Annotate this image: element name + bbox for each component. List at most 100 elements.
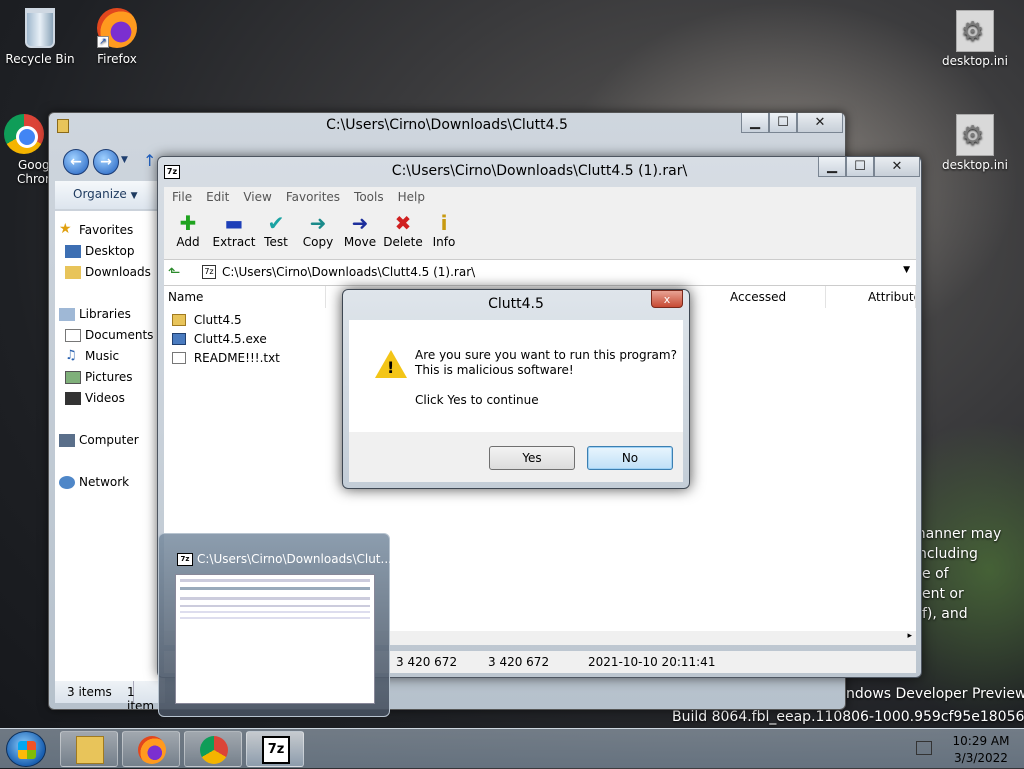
column-header-accessed[interactable]: Accessed <box>726 286 826 308</box>
clock-date[interactable]: 3/3/2022 <box>946 751 1016 765</box>
info-button[interactable]: i Info <box>422 211 466 249</box>
copy-button[interactable]: ➜ Copy <box>296 211 340 249</box>
check-icon: ✔ <box>267 211 285 235</box>
taskbar-7zip[interactable]: 7z <box>246 731 304 767</box>
status-modified: 2021-10-10 20:11:41 <box>588 655 716 669</box>
taskbar-chrome[interactable] <box>184 731 242 767</box>
desktop-icon-label: Recycle Bin <box>5 52 75 66</box>
test-button[interactable]: ✔ Test <box>254 211 298 249</box>
close-button[interactable]: x <box>651 290 683 308</box>
clock-time[interactable]: 10:29 AM <box>946 734 1016 748</box>
organize-label: Organize <box>73 187 127 201</box>
watermark-build: Build 8064.fbl_eeap.110806-1000.959cf95e… <box>672 709 1024 725</box>
yes-button[interactable]: Yes <box>489 446 575 470</box>
scroll-right-icon[interactable]: ▸ <box>907 631 912 641</box>
nav-label: Pictures <box>85 370 133 384</box>
desktop-icon-desktop-ini-2[interactable]: desktop.ini <box>935 114 1015 172</box>
firefox-icon: ↗ <box>97 8 137 48</box>
nav-item-libraries[interactable]: Libraries <box>59 307 131 321</box>
menu-tools[interactable]: Tools <box>354 190 384 204</box>
computer-icon <box>59 434 75 447</box>
taskbar-thumbnail[interactable]: 7z C:\Users\Cirno\Downloads\Clut... <box>158 533 392 717</box>
pictures-icon <box>65 371 81 384</box>
plus-icon: ✚ <box>179 211 197 235</box>
desktop-icon-desktop-ini[interactable]: desktop.ini <box>935 10 1015 68</box>
column-header-name[interactable]: Name <box>164 286 326 308</box>
nav-label: Libraries <box>79 307 131 321</box>
nav-label: Network <box>79 475 130 489</box>
nav-item-music[interactable]: ♫ Music <box>65 348 120 363</box>
menu-view[interactable]: View <box>243 190 271 204</box>
copy-arrow-icon: ➜ <box>309 211 327 235</box>
up-folder-icon[interactable]: ⬑ <box>168 263 188 281</box>
nav-item-pictures[interactable]: Pictures <box>65 370 133 384</box>
forward-arrow-icon[interactable]: → <box>93 149 119 175</box>
menu-favorites[interactable]: Favorites <box>286 190 340 204</box>
menu-file[interactable]: File <box>172 190 192 204</box>
window-controls: ▁ ☐ ✕ <box>818 157 920 177</box>
close-button[interactable]: ✕ <box>797 113 843 133</box>
close-button[interactable]: ✕ <box>874 157 920 177</box>
nav-label: Music <box>85 349 120 363</box>
wallpaper-text: ent or <box>922 586 964 602</box>
nav-item-downloads[interactable]: Downloads <box>65 265 151 279</box>
maximize-button[interactable]: ☐ <box>846 157 874 177</box>
status-packed-size: 3 420 672 <box>488 655 550 669</box>
settings-file-icon <box>955 10 995 52</box>
nav-item-favorites[interactable]: ★ Favorites <box>59 221 133 237</box>
system-tray: 10:29 AM 3/3/2022 <box>910 729 1024 769</box>
watermark-text: ndows Developer Preview <box>846 686 1024 702</box>
settings-file-icon <box>955 114 995 156</box>
minimize-button[interactable]: ▁ <box>818 157 846 177</box>
add-button[interactable]: ✚ Add <box>166 211 210 249</box>
network-status-icon[interactable] <box>916 741 932 755</box>
archive-icon: 7z <box>202 265 216 279</box>
minimize-button[interactable]: ▁ <box>741 113 769 133</box>
exe-icon <box>172 333 186 345</box>
status-size: 3 420 672 <box>396 655 458 669</box>
nav-item-network[interactable]: Network <box>59 475 130 489</box>
toolbar-label: Info <box>432 235 456 249</box>
desktop-icon-label: Goog <box>18 158 48 172</box>
dialog-footer: Yes No <box>349 432 683 482</box>
list-item[interactable]: Clutt4.5 <box>172 313 242 327</box>
confirm-dialog[interactable]: Clutt4.5 x ! Are you sure you want to ru… <box>342 289 690 489</box>
nav-item-documents[interactable]: Documents <box>65 328 153 342</box>
delete-button[interactable]: ✖ Delete <box>378 211 428 249</box>
chevron-down-icon[interactable]: ▼ <box>903 265 910 275</box>
desktop-icon-firefox[interactable]: ↗ Firefox <box>77 8 157 66</box>
nav-item-videos[interactable]: Videos <box>65 391 125 405</box>
list-item[interactable]: Clutt4.5.exe <box>172 332 267 346</box>
documents-icon <box>65 329 81 342</box>
file-name: Clutt4.5.exe <box>193 332 267 346</box>
toolbar-label: Move <box>343 235 377 249</box>
up-arrow-icon[interactable]: ↑ <box>143 151 156 170</box>
taskbar-firefox[interactable] <box>122 731 180 767</box>
back-arrow-icon[interactable]: ← <box>63 149 89 175</box>
desktop-icon-recycle-bin[interactable]: Recycle Bin <box>0 8 80 66</box>
window-title: C:\Users\Cirno\Downloads\Clutt4.5 (1).ra… <box>391 163 688 179</box>
menu-edit[interactable]: Edit <box>206 190 229 204</box>
wallpaper-text: f), and <box>922 606 968 622</box>
move-arrow-icon: ➜ <box>351 211 369 235</box>
item-count: 3 items <box>67 685 112 699</box>
nav-item-desktop[interactable]: Desktop <box>65 244 135 258</box>
menu-help[interactable]: Help <box>398 190 425 204</box>
desktop-icon-label: desktop.ini <box>942 54 1008 68</box>
taskbar-explorer[interactable] <box>60 731 118 767</box>
taskbar: 7z 10:29 AM 3/3/2022 <box>0 728 1024 768</box>
downloads-folder-icon <box>65 266 81 279</box>
dialog-body: ! Are you sure you want to run this prog… <box>349 320 683 432</box>
column-header-attributes[interactable]: Attribute <box>864 286 916 308</box>
address-bar[interactable]: ⬑ 7z C:\Users\Cirno\Downloads\Clutt4.5 (… <box>164 259 916 285</box>
maximize-button[interactable]: ☐ <box>769 113 797 133</box>
organize-menu[interactable]: Organize ▼ <box>73 187 138 201</box>
start-button[interactable] <box>6 731 46 767</box>
window-title: C:\Users\Cirno\Downloads\Clutt4.5 <box>326 117 568 133</box>
desktop-icon-chrome[interactable]: Goog Chron <box>0 114 48 186</box>
nav-item-computer[interactable]: Computer <box>59 433 139 447</box>
list-item[interactable]: README!!!.txt <box>172 351 280 365</box>
chevron-down-icon[interactable]: ▼ <box>121 155 128 165</box>
move-button[interactable]: ➜ Move <box>338 211 382 249</box>
no-button[interactable]: No <box>587 446 673 470</box>
